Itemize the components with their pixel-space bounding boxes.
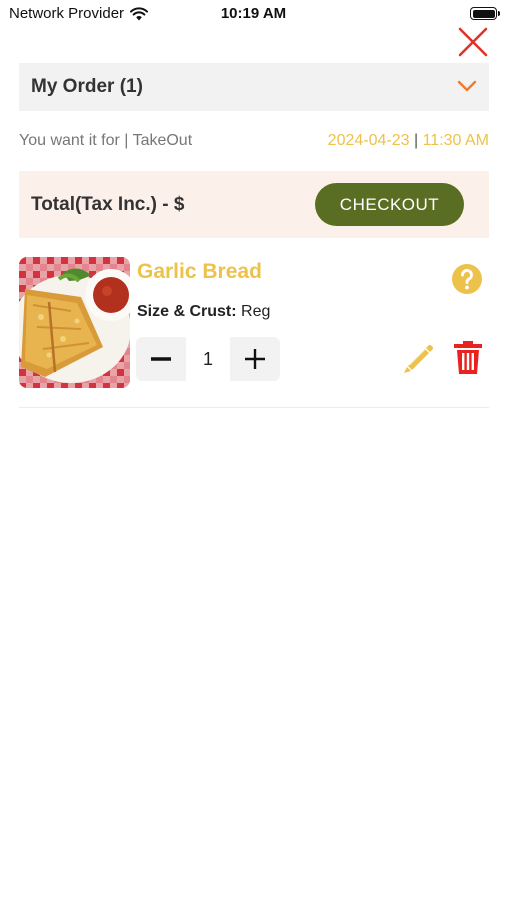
question-circle-icon[interactable] (451, 263, 483, 295)
increase-quantity-button[interactable] (230, 337, 280, 381)
cart-item: Garlic Bread Size & Crust: Reg 1 (19, 257, 489, 407)
quantity-stepper: 1 (136, 337, 280, 381)
order-date: 2024-04-23 (327, 132, 410, 149)
status-bar: Network Provider 10:19 AM (0, 0, 507, 28)
option-value: Reg (241, 303, 271, 320)
chevron-down-icon[interactable] (457, 79, 477, 93)
pencil-icon[interactable] (401, 341, 435, 375)
item-divider (19, 407, 489, 408)
datetime-separator: | (413, 132, 419, 149)
close-icon[interactable] (455, 24, 491, 60)
quantity-value[interactable]: 1 (186, 337, 230, 381)
option-label: Size & Crust: (137, 303, 237, 320)
plus-icon (245, 349, 265, 369)
total-bar: Total(Tax Inc.) - $ CHECKOUT (19, 171, 489, 238)
order-timing-row: You want it for | TakeOut 2024-04-23 | 1… (19, 132, 489, 152)
minus-icon (151, 357, 171, 361)
battery-icon (470, 7, 500, 20)
total-label: Total(Tax Inc.) - $ (31, 193, 185, 215)
my-order-header[interactable]: My Order (1) (19, 63, 489, 111)
order-title: My Order (1) (31, 76, 143, 97)
order-time: 11:30 AM (422, 132, 489, 149)
decrease-quantity-button[interactable] (136, 337, 186, 381)
order-datetime[interactable]: 2024-04-23 | 11:30 AM (328, 132, 489, 150)
checkout-button[interactable]: CHECKOUT (315, 183, 464, 226)
garlic-bread-photo (19, 257, 130, 388)
item-name: Garlic Bread (137, 260, 262, 283)
order-type-label: You want it for | TakeOut (19, 132, 193, 149)
item-option: Size & Crust: Reg (137, 303, 270, 321)
order-screen: Network Provider 10:19 AM My Order (1) Y… (0, 0, 507, 900)
trash-icon[interactable] (453, 341, 483, 375)
status-time: 10:19 AM (220, 5, 287, 22)
